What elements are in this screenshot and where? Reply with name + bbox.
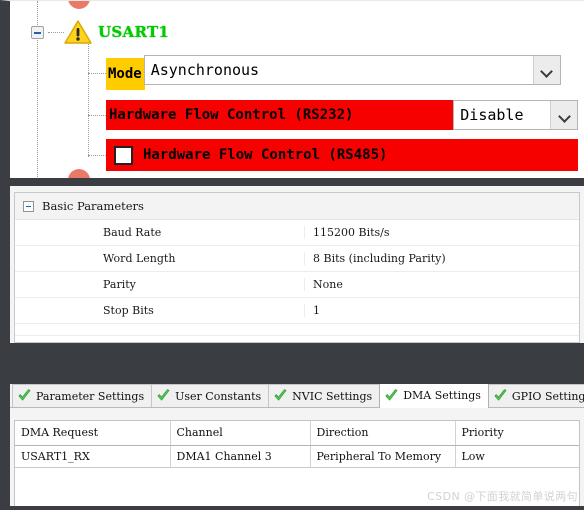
tab-label: User Constants <box>175 389 262 403</box>
tab-label: NVIC Settings <box>292 389 373 403</box>
hwflow-rs232-value: Disable <box>454 101 550 129</box>
tree-node-label[interactable]: USART1 <box>98 23 169 41</box>
parameters-group-header[interactable]: Basic Parameters <box>15 193 579 220</box>
usart-config-tree-panel: USART1 Mode Asynchronous Hardware Flow C… <box>0 0 584 178</box>
tree-guide-horizontal-row-2 <box>88 155 106 156</box>
dma-requests-table: DMA Request Channel Direction Priority U… <box>15 421 579 468</box>
hwflow-rs232-label: Hardware Flow Control (RS232) <box>106 100 454 130</box>
cell-direction[interactable]: Peripheral To Memory <box>310 445 456 468</box>
parameter-name: Stop Bits <box>15 304 305 317</box>
tab-label: Parameter Settings <box>36 389 145 403</box>
parameter-row[interactable]: Stop Bits 1 <box>15 298 579 324</box>
group-collapse-toggle[interactable] <box>23 200 34 212</box>
tree-guide-horizontal-row-0 <box>88 73 106 74</box>
window-bottom-edge <box>0 506 584 510</box>
column-header-dma-request[interactable]: DMA Request <box>15 421 171 446</box>
tree-guide-vertical-child <box>88 39 89 157</box>
warning-triangle-icon <box>64 20 92 44</box>
hwflow-rs232-combobox[interactable]: Disable <box>453 100 578 130</box>
cell-channel[interactable]: DMA1 Channel 3 <box>170 445 311 468</box>
parameter-name: Word Length <box>15 252 305 265</box>
tab-user-constants[interactable]: User Constants <box>151 384 270 407</box>
parameter-row-clipped <box>15 324 579 336</box>
tabstrip: Parameter Settings User Constants NVIC S… <box>10 384 584 408</box>
mode-dropdown-button[interactable] <box>532 56 560 84</box>
column-header-channel[interactable]: Channel <box>170 421 311 446</box>
tab-gpio-settings[interactable]: GPIO Settings <box>487 384 584 407</box>
peripheral-status-icon-bottom <box>68 169 90 178</box>
parameter-row[interactable]: Parity None <box>15 272 579 298</box>
green-check-icon <box>274 389 287 401</box>
hwflow-rs485-label: Hardware Flow Control (RS485) <box>143 147 388 163</box>
mode-value: Asynchronous <box>144 56 533 84</box>
tab-dma-settings[interactable]: DMA Settings <box>379 384 489 408</box>
config-row-hwflow-rs232: Hardware Flow Control (RS232) Disable <box>106 100 578 130</box>
column-header-direction[interactable]: Direction <box>310 421 456 446</box>
tab-parameter-settings[interactable]: Parameter Settings <box>12 384 153 407</box>
tab-label: GPIO Settings <box>511 389 584 403</box>
parameter-value[interactable]: 115200 Bits/s <box>305 226 579 239</box>
parameter-value[interactable]: None <box>305 278 579 291</box>
parameters-group-title: Basic Parameters <box>42 199 144 213</box>
parameter-value[interactable]: 8 Bits (including Parity) <box>305 252 579 265</box>
tree-inner: USART1 Mode Asynchronous Hardware Flow C… <box>10 1 584 178</box>
cell-priority[interactable]: Low <box>455 445 579 468</box>
screenshot-root: USART1 Mode Asynchronous Hardware Flow C… <box>0 0 584 510</box>
mode-combobox[interactable]: Asynchronous <box>143 55 561 85</box>
green-check-icon <box>18 389 31 401</box>
basic-parameters-panel: Basic Parameters Baud Rate 115200 Bits/s… <box>0 186 584 343</box>
settings-tabs-panel: Parameter Settings User Constants NVIC S… <box>0 384 584 510</box>
watermark-text: CSDN @下面我就简单说两句 <box>427 490 578 503</box>
config-row-hwflow-rs485[interactable]: Hardware Flow Control (RS485) <box>106 139 578 171</box>
parameter-value[interactable]: 1 <box>305 304 579 317</box>
config-row-mode: Mode Asynchronous <box>106 55 578 90</box>
mode-label: Mode <box>106 58 145 90</box>
chevron-down-icon <box>541 67 552 74</box>
green-check-icon <box>157 389 170 401</box>
tab-nvic-settings[interactable]: NVIC Settings <box>268 384 381 407</box>
parameter-row[interactable]: Word Length 8 Bits (including Parity) <box>15 246 579 272</box>
green-check-icon <box>494 389 507 401</box>
table-header-row: DMA Request Channel Direction Priority <box>15 421 579 446</box>
hwflow-rs485-checkbox[interactable] <box>114 145 133 165</box>
parameter-name: Parity <box>15 278 305 291</box>
hwflow-rs232-dropdown-button[interactable] <box>550 101 577 129</box>
green-check-icon <box>385 388 398 401</box>
parameter-row[interactable]: Baud Rate 115200 Bits/s <box>15 220 579 246</box>
cell-dma-request[interactable]: USART1_RX <box>15 445 171 468</box>
chevron-down-icon <box>559 112 570 119</box>
tree-expand-toggle[interactable] <box>31 26 44 39</box>
tree-guide-horizontal-node <box>48 32 64 33</box>
parameters-grid: Basic Parameters Baud Rate 115200 Bits/s… <box>14 192 580 343</box>
tree-guide-horizontal-row-1 <box>88 115 106 116</box>
column-header-priority[interactable]: Priority <box>455 421 579 446</box>
tab-label: DMA Settings <box>403 389 481 402</box>
peripheral-status-icon-top <box>68 1 90 9</box>
parameter-name: Baud Rate <box>15 226 305 239</box>
table-row[interactable]: USART1_RX DMA1 Channel 3 Peripheral To M… <box>15 445 579 468</box>
